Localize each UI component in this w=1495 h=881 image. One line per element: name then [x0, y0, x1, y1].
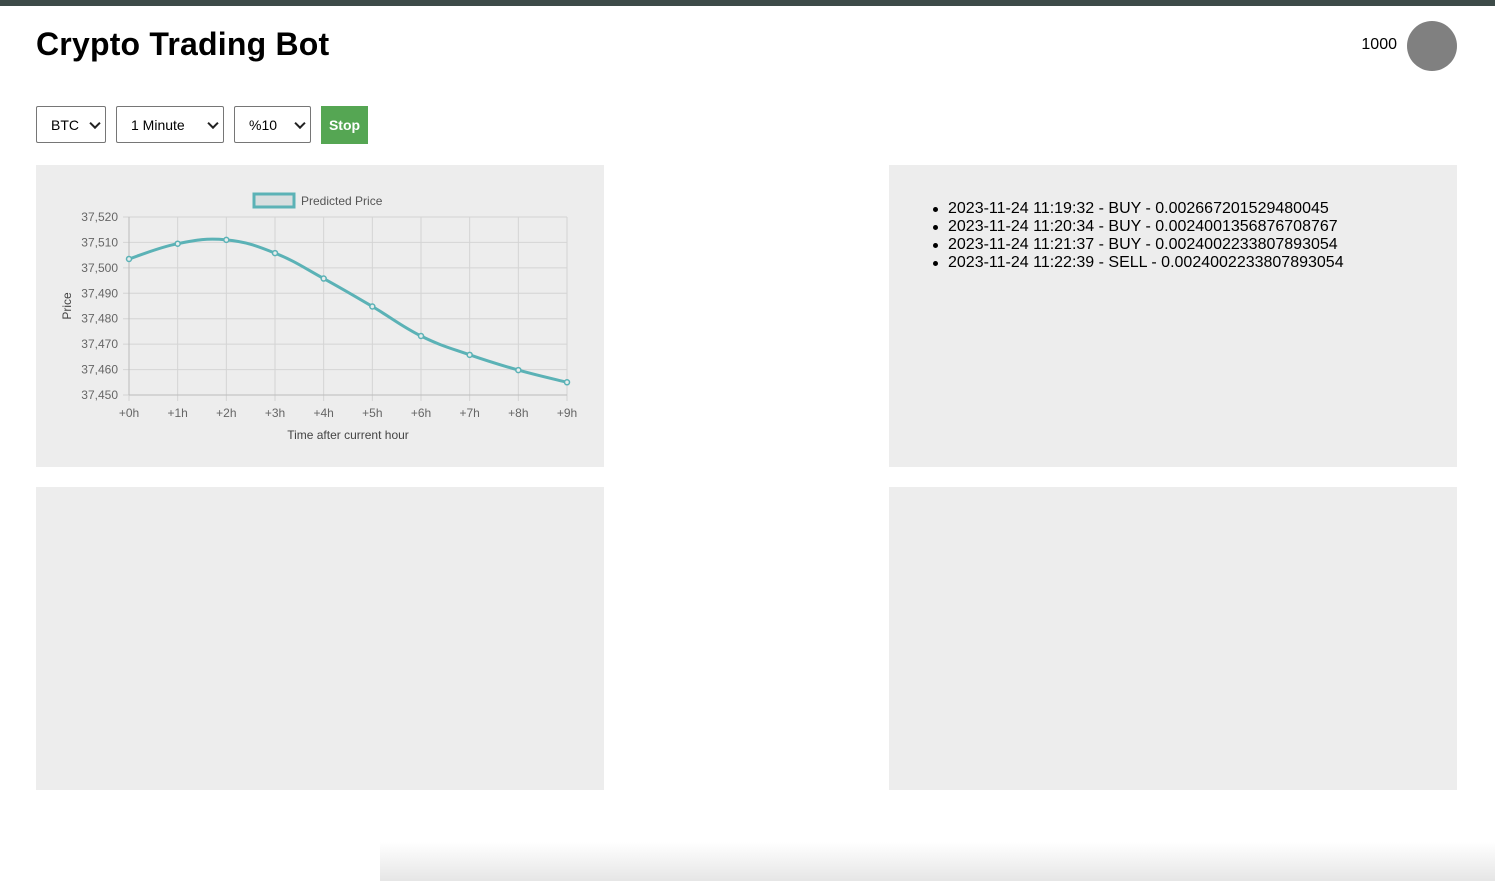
- y-tick-label: 37,490: [81, 286, 118, 300]
- data-point: [563, 379, 571, 386]
- x-axis-title: Time after current hour: [287, 428, 409, 442]
- page-title: Crypto Trading Bot: [36, 26, 330, 62]
- trade-log-panel: 2023-11-24 11:19:32 - BUY - 0.0026672015…: [889, 165, 1457, 467]
- x-tick-label: +7h: [459, 406, 479, 420]
- y-axis-title: Price: [60, 292, 74, 320]
- data-point: [174, 240, 181, 247]
- chevron-down-icon: [207, 117, 219, 129]
- x-tick-label: +0h: [119, 406, 139, 420]
- chevron-down-icon: [294, 117, 306, 129]
- data-point: [320, 275, 327, 282]
- y-tick-label: 37,470: [81, 337, 118, 351]
- data-point: [271, 249, 279, 257]
- x-tick-label: +2h: [216, 406, 236, 420]
- x-tick-label: +3h: [265, 406, 285, 420]
- price-chart-panel: 37,450 37,460 37,470 37,480 37,490 37,500 37,5…: [36, 165, 604, 467]
- predicted-price-line: [128, 237, 568, 384]
- trade-list-item: 2023-11-24 11:19:32 - BUY - 0.0026672015…: [933, 200, 1344, 218]
- y-tick-label: 37,450: [81, 388, 118, 402]
- y-tick-label: 37,510: [81, 235, 118, 249]
- balance-value: 1000: [1361, 36, 1397, 53]
- percent-select[interactable]: %10: [234, 106, 311, 143]
- x-tick-label: +6h: [411, 406, 431, 420]
- interval-select[interactable]: 1 Minute: [116, 106, 224, 143]
- legend-swatch: [252, 192, 296, 209]
- stop-button[interactable]: Stop: [321, 106, 368, 144]
- data-point: [417, 332, 425, 340]
- trade-list: 2023-11-24 11:19:32 - BUY - 0.0026672015…: [933, 200, 1344, 272]
- price-chart: 37,450 37,460 37,470 37,480 37,490 37,500 37,5…: [60, 192, 577, 442]
- y-tick-label: 37,480: [81, 312, 118, 326]
- interval-select-value: 1 Minute: [131, 116, 185, 133]
- coin-select-value: BTC: [51, 116, 79, 133]
- legend-label: Predicted Price: [301, 194, 383, 208]
- trade-list-item: 2023-11-24 11:20:34 - BUY - 0.0024001356…: [933, 218, 1344, 236]
- data-point: [125, 255, 133, 263]
- percent-select-value: %10: [249, 116, 278, 133]
- y-tick-label: 37,520: [81, 210, 118, 224]
- y-tick-label: 37,500: [81, 261, 118, 275]
- empty-panel-bottom-right: [889, 487, 1457, 790]
- x-tick-label: +8h: [508, 406, 528, 420]
- chevron-down-icon: [89, 117, 101, 129]
- data-point: [466, 351, 473, 359]
- x-tick-label: +4h: [313, 406, 333, 420]
- avatar[interactable]: [1407, 21, 1457, 71]
- top-accent-bar: [0, 0, 1495, 6]
- empty-panel-bottom-left: [36, 487, 604, 790]
- x-tick-label: +1h: [167, 406, 187, 420]
- trade-list-item: 2023-11-24 11:22:39 - SELL - 0.002400223…: [933, 254, 1344, 271]
- x-tick-label: +9h: [557, 406, 577, 420]
- x-tick-label: +5h: [362, 406, 382, 420]
- coin-select[interactable]: BTC: [36, 106, 106, 143]
- data-point: [369, 303, 376, 310]
- data-point: [223, 236, 230, 244]
- bottom-shadow: [380, 842, 1495, 881]
- y-tick-label: 37,460: [81, 363, 118, 377]
- trade-list-item: 2023-11-24 11:21:37 - BUY - 0.0024002233…: [933, 236, 1344, 254]
- data-point: [515, 366, 522, 374]
